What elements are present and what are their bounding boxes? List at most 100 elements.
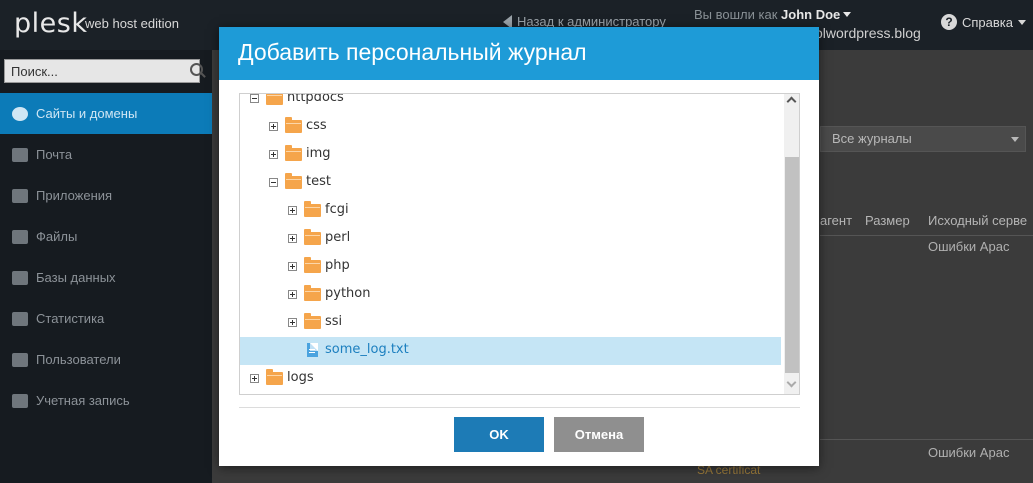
logged-in-label: Вы вошли как xyxy=(694,7,778,22)
sidebar-item-databases[interactable]: Базы данных xyxy=(0,257,212,298)
folder-icon xyxy=(12,229,28,244)
globe-icon xyxy=(12,106,28,121)
cancel-button[interactable]: Отмена xyxy=(554,417,644,452)
domain-link[interactable]: olwordpress.blog xyxy=(815,25,921,41)
sidebar-item-label: Учетная запись xyxy=(36,393,130,408)
help-icon: ? xyxy=(941,14,957,30)
tree-item-label: css xyxy=(306,118,327,133)
expand-icon[interactable] xyxy=(288,234,297,243)
gear-icon xyxy=(12,188,28,203)
folder-icon xyxy=(266,369,283,385)
folder-icon xyxy=(304,229,321,245)
user-icon xyxy=(12,352,28,367)
dialog-title: Добавить персональный журнал xyxy=(238,39,587,65)
sidebar-item-websites-domains[interactable]: Сайты и домены xyxy=(0,93,212,134)
file-icon xyxy=(307,343,318,357)
tree-item-label: logs xyxy=(287,370,314,385)
tree-scrollbar[interactable] xyxy=(784,94,799,394)
folder-icon xyxy=(304,285,321,301)
tree-item-logs[interactable]: logs xyxy=(240,365,781,393)
sidebar-item-applications[interactable]: Приложения xyxy=(0,175,212,216)
help-menu[interactable]: ? Справка xyxy=(941,14,1026,30)
tree-item-label: php xyxy=(325,258,350,273)
column-header-agent[interactable]: агент xyxy=(820,213,852,228)
logged-in-info: Вы вошли как John Doe xyxy=(694,7,852,22)
sidebar-item-files[interactable]: Файлы xyxy=(0,216,212,257)
tree-item-test[interactable]: test xyxy=(240,169,781,197)
sidebar-item-label: Файлы xyxy=(36,229,78,244)
edition-label: web host edition xyxy=(85,16,179,31)
folder-icon xyxy=(266,94,283,105)
expand-icon[interactable] xyxy=(288,290,297,299)
expand-icon[interactable] xyxy=(269,122,278,131)
sidebar-item-label: Пользователи xyxy=(36,352,121,367)
sidebar-item-label: Почта xyxy=(36,147,73,162)
tree-item-label: python xyxy=(325,286,371,301)
table-cell-source: Ошибки Apac xyxy=(928,445,1010,460)
folder-icon xyxy=(304,201,321,217)
tree-item-img[interactable]: img xyxy=(240,141,781,169)
divider xyxy=(820,439,1033,440)
sidebar-item-label: Статистика xyxy=(36,311,105,326)
tree-item-some-log-txt[interactable]: some_log.txt xyxy=(240,337,781,365)
chevron-down-icon xyxy=(1011,137,1019,142)
dialog-header: Добавить персональный журнал xyxy=(219,27,819,80)
tree-item-fcgi[interactable]: fcgi xyxy=(240,197,781,225)
user-menu[interactable]: John Doe xyxy=(781,7,840,22)
folder-icon xyxy=(304,257,321,273)
expand-icon[interactable] xyxy=(288,262,297,271)
chevron-down-icon xyxy=(1018,19,1026,25)
dialog-divider xyxy=(239,407,800,408)
mail-icon xyxy=(12,147,28,162)
scroll-down-icon[interactable] xyxy=(786,377,797,388)
sidebar: Сайты и домены Почта Приложения Файлы Ба… xyxy=(0,50,212,483)
sidebar-item-account[interactable]: Учетная запись xyxy=(0,380,212,421)
expand-icon[interactable] xyxy=(288,318,297,327)
folder-icon xyxy=(285,173,302,189)
column-header-source[interactable]: Исходный серве xyxy=(928,213,1027,228)
expand-icon[interactable] xyxy=(250,374,259,383)
sidebar-item-label: Приложения xyxy=(36,188,113,203)
add-custom-log-dialog: Добавить персональный журнал httpdocs cs… xyxy=(219,27,819,466)
log-filter-value: Все журналы xyxy=(832,131,912,146)
folder-icon xyxy=(285,117,302,133)
log-filter-select[interactable]: Все журналы xyxy=(820,126,1026,152)
divider xyxy=(820,235,1033,236)
tree-item-ssi[interactable]: ssi xyxy=(240,309,781,337)
sidebar-item-users[interactable]: Пользователи xyxy=(0,339,212,380)
bar-chart-icon xyxy=(12,311,28,326)
folder-icon xyxy=(304,313,321,329)
collapse-icon[interactable] xyxy=(269,178,278,187)
sidebar-item-label: Сайты и домены xyxy=(36,106,138,121)
expand-icon[interactable] xyxy=(269,150,278,159)
search-icon[interactable] xyxy=(187,60,203,82)
ok-button[interactable]: OK xyxy=(454,417,544,452)
search-input[interactable] xyxy=(5,63,187,79)
file-tree: httpdocs css img test fcgi perl php pyth… xyxy=(239,93,800,395)
tree-item-label: ssi xyxy=(325,314,343,329)
tree-item-css[interactable]: css xyxy=(240,113,781,141)
database-icon xyxy=(12,270,28,285)
briefcase-icon xyxy=(12,393,28,408)
scroll-up-icon[interactable] xyxy=(786,96,797,107)
tree-item-httpdocs[interactable]: httpdocs xyxy=(240,93,781,113)
tree-item-php[interactable]: php xyxy=(240,253,781,281)
tree-item-label: httpdocs xyxy=(287,93,344,105)
search-box xyxy=(4,59,203,83)
help-label: Справка xyxy=(962,14,1013,30)
scrollbar-thumb[interactable] xyxy=(785,157,799,373)
expand-icon[interactable] xyxy=(288,206,297,215)
plesk-logo[interactable]: plesk xyxy=(14,8,87,39)
sidebar-item-statistics[interactable]: Статистика xyxy=(0,298,212,339)
column-header-size[interactable]: Размер xyxy=(865,213,910,228)
tree-item-label: test xyxy=(306,174,331,189)
folder-icon xyxy=(285,145,302,161)
tree-item-label: fcgi xyxy=(325,202,349,217)
tree-item-label: some_log.txt xyxy=(325,342,409,357)
sidebar-item-mail[interactable]: Почта xyxy=(0,134,212,175)
sidebar-item-label: Базы данных xyxy=(36,270,116,285)
tree-item-python[interactable]: python xyxy=(240,281,781,309)
tree-item-perl[interactable]: perl xyxy=(240,225,781,253)
collapse-icon[interactable] xyxy=(250,94,259,103)
tree-item-label: perl xyxy=(325,230,351,245)
